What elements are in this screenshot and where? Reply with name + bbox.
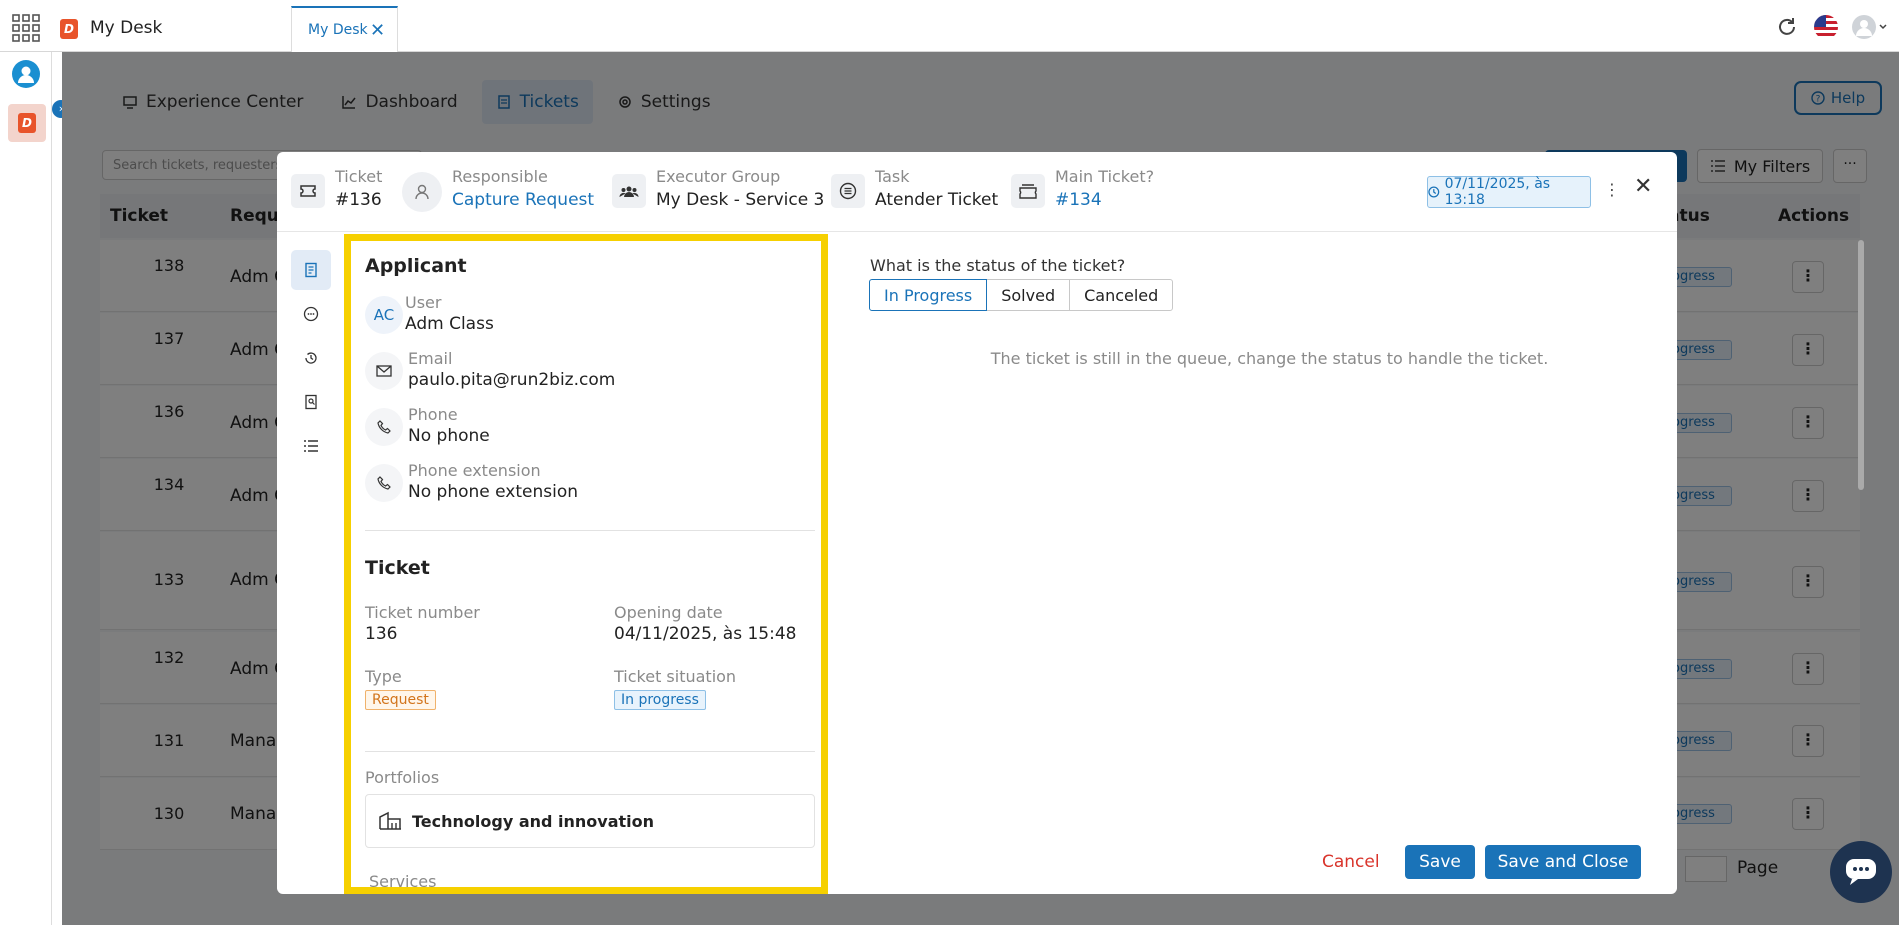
- main-ticket-icon: [1011, 174, 1045, 208]
- responsible-link[interactable]: Capture Request: [452, 188, 594, 212]
- ticket-icon: [291, 174, 325, 208]
- header-executor-group: Executor Group My Desk - Service 3: [612, 166, 824, 212]
- tab-label: My Desk: [308, 22, 368, 38]
- header-task: Task Atender Ticket: [831, 166, 998, 212]
- save-button[interactable]: Save: [1405, 845, 1475, 879]
- deadline-text: 07/11/2025, às 13:18: [1444, 176, 1551, 208]
- task-label: Task: [875, 167, 910, 186]
- cancel-button[interactable]: Cancel: [1322, 852, 1380, 872]
- person-icon: [402, 172, 442, 212]
- email-label: Email: [408, 349, 453, 368]
- user-value: Adm Class: [405, 314, 494, 334]
- applicant-avatar: AC: [365, 296, 403, 334]
- portfolio-value: Technology and innovation: [412, 811, 655, 831]
- situation-badge: In progress: [614, 690, 706, 710]
- type-label: Type: [365, 667, 402, 686]
- status-segmented-control: In Progress Solved Canceled: [869, 279, 1174, 311]
- ticket-number-label: Ticket number: [365, 603, 480, 622]
- email-value: paulo.pita@run2biz.com: [408, 370, 616, 390]
- search-document-icon[interactable]: [291, 382, 331, 422]
- extension-value: No phone extension: [408, 482, 578, 502]
- app-logo: D: [60, 19, 78, 39]
- portfolio-card[interactable]: Technology and innovation: [365, 794, 815, 848]
- phone-extension-icon: [365, 464, 403, 502]
- status-question: What is the status of the ticket?: [870, 256, 1126, 275]
- status-option-in-progress[interactable]: In Progress: [869, 279, 988, 311]
- group-icon: [612, 174, 646, 208]
- clock-icon: [1428, 186, 1440, 198]
- portfolios-label: Portfolios: [365, 768, 440, 787]
- modal-close-button[interactable]: ✕: [1634, 174, 1652, 199]
- list-icon[interactable]: [291, 426, 331, 466]
- save-and-close-button[interactable]: Save and Close: [1485, 845, 1641, 879]
- applicant-title: Applicant: [365, 255, 467, 277]
- apps-grid-icon[interactable]: [10, 12, 42, 44]
- profile-icon[interactable]: [12, 60, 40, 88]
- task-value: Atender Ticket: [875, 190, 999, 210]
- executor-value: My Desk - Service 3: [656, 190, 825, 210]
- table-scrollbar[interactable]: [1858, 240, 1864, 490]
- user-label: User: [405, 293, 442, 312]
- phone-value: No phone: [408, 426, 490, 446]
- header-ticket: Ticket #136: [291, 166, 382, 212]
- building-icon: [379, 811, 401, 830]
- services-label: Services: [369, 872, 437, 891]
- ticket-modal: Ticket #136 Responsible Capture Request Ex…: [277, 152, 1677, 894]
- my-desk-app-icon[interactable]: D: [8, 104, 46, 142]
- us-flag-icon[interactable]: [1814, 15, 1838, 39]
- ticket-section-title: Ticket: [365, 557, 430, 579]
- history-icon[interactable]: [291, 338, 331, 378]
- situation-label: Ticket situation: [614, 667, 737, 686]
- app-title: My Desk: [90, 18, 163, 38]
- extension-label: Phone extension: [408, 461, 541, 480]
- divider: [365, 751, 815, 752]
- phone-label: Phone: [408, 405, 458, 424]
- tab-my-desk[interactable]: My Desk ✕: [291, 6, 398, 52]
- executor-label: Executor Group: [656, 167, 781, 186]
- status-panel: What is the status of the ticket? In Pro…: [862, 234, 1677, 894]
- ticket-value: #136: [335, 190, 382, 210]
- opening-date-label: Opening date: [614, 603, 723, 622]
- applicant-details-panel: Applicant AC User Adm Class Email paulo.…: [344, 234, 828, 894]
- modal-menu-button[interactable]: ⋮: [1604, 180, 1620, 199]
- modal-side-nav: [291, 250, 331, 470]
- main-ticket-label: Main Ticket?: [1055, 167, 1155, 186]
- status-option-solved[interactable]: Solved: [986, 279, 1071, 311]
- details-icon[interactable]: [291, 250, 331, 290]
- refresh-icon[interactable]: [1776, 16, 1798, 38]
- tab-close-icon[interactable]: ✕: [370, 20, 385, 41]
- top-bar: D My Desk My Desk ✕: [0, 0, 1899, 52]
- opening-date-value: 04/11/2025, às 15:48: [614, 624, 797, 644]
- divider: [365, 530, 815, 531]
- chat-icon[interactable]: [291, 294, 331, 334]
- task-icon: [831, 174, 865, 208]
- responsible-label: Responsible: [452, 167, 548, 186]
- header-main-ticket: Main Ticket? #134: [1011, 166, 1154, 212]
- chat-widget-icon[interactable]: [1830, 841, 1892, 903]
- main-ticket-link[interactable]: #134: [1055, 188, 1154, 212]
- deadline-chip: 07/11/2025, às 13:18: [1427, 176, 1591, 208]
- user-avatar-icon[interactable]: [1852, 15, 1888, 39]
- left-rail: D: [0, 52, 52, 925]
- status-option-canceled[interactable]: Canceled: [1069, 279, 1174, 311]
- modal-header: Ticket #136 Responsible Capture Request Ex…: [277, 152, 1677, 232]
- mail-icon: [365, 352, 403, 390]
- phone-icon: [365, 408, 403, 446]
- ticket-number-value: 136: [365, 624, 398, 644]
- ticket-label: Ticket: [335, 167, 383, 186]
- header-responsible: Responsible Capture Request: [402, 166, 594, 212]
- type-badge: Request: [365, 690, 436, 710]
- queue-message: The ticket is still in the queue, change…: [990, 349, 1549, 368]
